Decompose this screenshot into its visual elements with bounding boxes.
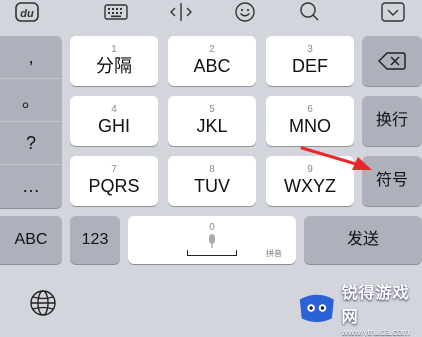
key-number: 1 [111, 43, 117, 55]
key-label: 分隔 [96, 55, 132, 76]
key-label: PQRS [88, 175, 140, 196]
keyboard-icon[interactable] [100, 0, 132, 24]
key-label: JKL [196, 115, 228, 136]
key-number: 2 [209, 43, 215, 55]
abc-label: ABC [14, 231, 48, 248]
backspace-icon [378, 52, 406, 70]
abc-switch-button[interactable]: ABC [0, 216, 62, 264]
key-label: WXYZ [284, 175, 336, 196]
watermark-title: 锐得游戏网 [341, 285, 410, 326]
key-2-abc[interactable]: 2 ABC [168, 36, 256, 86]
annotation-arrow [300, 146, 372, 170]
key-6-mno[interactable]: 6 MNO [266, 96, 354, 146]
number-switch-button[interactable]: 123 [70, 216, 120, 264]
microphone-icon [209, 233, 215, 248]
delete-button[interactable] [362, 36, 422, 86]
baidu-logo-icon[interactable]: du [12, 0, 42, 24]
punct-question[interactable]: ? [0, 122, 62, 165]
space-bar-indicator [187, 250, 237, 256]
keyboard-toolbar: du [0, 0, 422, 28]
punct-comma[interactable]: , [0, 36, 62, 79]
globe-icon[interactable] [28, 288, 58, 323]
key-3-def[interactable]: 3 DEF [266, 36, 354, 86]
search-icon[interactable] [296, 0, 324, 24]
newline-button[interactable]: 换行 [362, 96, 422, 146]
space-key-0[interactable]: 0 拼音 [128, 216, 296, 264]
key-label: DEF [292, 55, 328, 76]
key-4-ghi[interactable]: 4 GHI [70, 96, 158, 146]
emoji-icon[interactable] [230, 0, 260, 24]
collapse-keyboard-icon[interactable] [378, 0, 408, 24]
key-label: ABC [193, 55, 231, 76]
send-label: 发送 [346, 231, 379, 248]
cursor-move-icon[interactable] [166, 0, 196, 24]
key-5-jkl[interactable]: 5 JKL [168, 96, 256, 146]
key-label: MNO [289, 115, 331, 136]
punct-ellipsis[interactable]: … [0, 165, 62, 208]
send-button[interactable]: 发送 [304, 216, 422, 264]
number-label: 123 [81, 231, 109, 248]
key-number: 4 [111, 103, 117, 115]
key-label: TUV [194, 175, 230, 196]
logo-text: du [20, 8, 34, 20]
punctuation-list[interactable]: , 。 ? … [0, 36, 62, 208]
key-number: 7 [111, 163, 117, 175]
key-8-tuv[interactable]: 8 TUV [168, 156, 256, 206]
newline-label: 换行 [375, 112, 408, 129]
pinyin-tag: 拼音 [266, 249, 282, 258]
site-watermark: 锐得游戏网 www.ytruida.com [294, 285, 422, 337]
key-number: 6 [307, 103, 313, 115]
symbol-label: 符号 [375, 172, 408, 189]
key-number: 5 [209, 103, 215, 115]
key-number: 8 [209, 163, 215, 175]
key-number: 0 [209, 221, 215, 233]
punct-period[interactable]: 。 [0, 79, 62, 122]
watermark-logo-icon [299, 294, 334, 323]
key-label: GHI [97, 115, 130, 136]
key-number: 3 [307, 43, 313, 55]
key-7-pqrs[interactable]: 7 PQRS [70, 156, 158, 206]
key-1-separator[interactable]: 1 分隔 [70, 36, 158, 86]
